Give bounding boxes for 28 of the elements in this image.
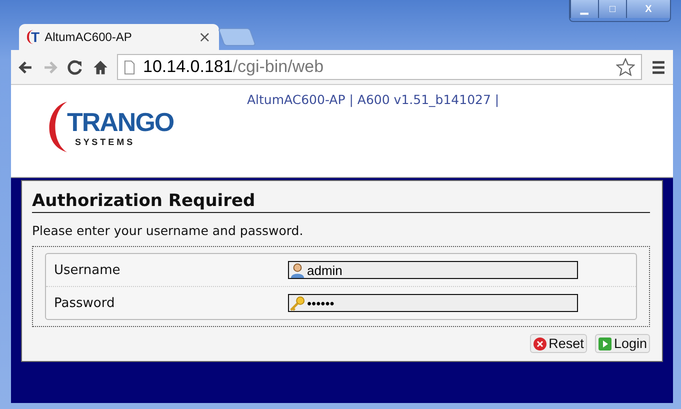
field-value: •••••• xyxy=(307,296,336,310)
login-button[interactable]: Login xyxy=(594,334,650,353)
close-tab-button[interactable]: × xyxy=(198,28,211,46)
field-value: admin xyxy=(307,262,344,278)
user-icon xyxy=(290,262,305,278)
field-label: Username xyxy=(54,262,122,278)
home-icon[interactable] xyxy=(92,58,109,76)
username-field[interactable]: admin xyxy=(288,261,578,279)
menu-icon[interactable] xyxy=(650,58,667,76)
device-info: AltumAC600-AP | A600 v1.51_b141027 | xyxy=(247,92,500,109)
new-tab-button[interactable] xyxy=(218,28,256,46)
instruction-text: Please enter your username and password. xyxy=(32,223,304,238)
password-field[interactable]: •••••• xyxy=(288,294,578,312)
reset-button[interactable]: Reset xyxy=(530,334,587,353)
page-icon xyxy=(124,60,135,74)
url-text: 10.14.0.181/cgi-bin/web xyxy=(143,57,325,77)
back-icon[interactable] xyxy=(17,58,34,76)
key-icon xyxy=(290,296,305,310)
play-icon xyxy=(598,336,612,350)
page-title: Authorization Required xyxy=(32,191,650,213)
browser-tab[interactable]: T AltumAC600-AP × xyxy=(19,24,219,50)
address-bar[interactable]: 10.14.0.181/cgi-bin/web xyxy=(117,54,642,80)
field-label: Password xyxy=(54,296,116,310)
star-icon[interactable] xyxy=(616,58,635,76)
tab-title: AltumAC600-AP xyxy=(44,30,133,44)
close-icon xyxy=(532,336,547,350)
reload-icon[interactable] xyxy=(67,58,84,76)
company-logo: TRANGO S Y S T E M S xyxy=(41,99,211,161)
